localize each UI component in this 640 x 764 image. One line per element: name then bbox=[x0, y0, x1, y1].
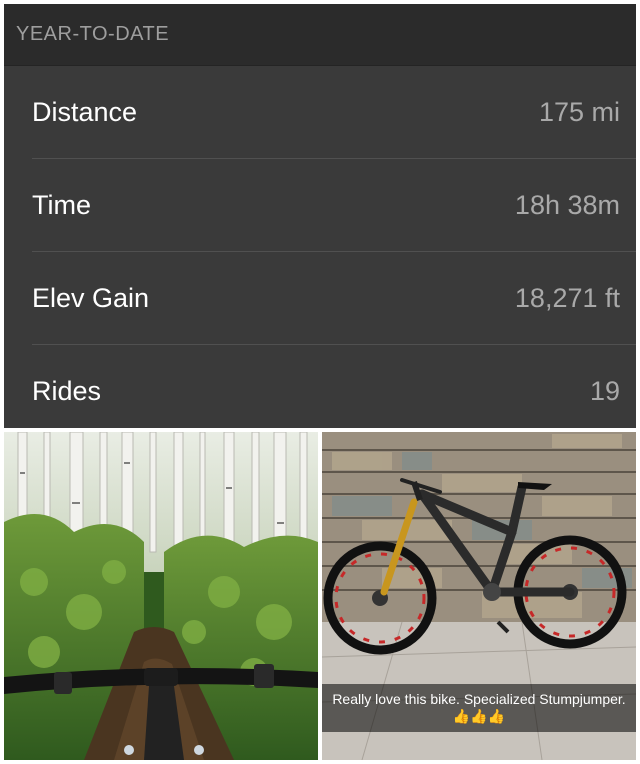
thumbs-up-icon: 👍👍👍 bbox=[452, 708, 506, 724]
stat-value: 18,271 ft bbox=[514, 283, 620, 313]
photo-caption-bar: Really love this bike. Specialized Stump… bbox=[322, 684, 636, 732]
stat-value: 18h 38m bbox=[514, 190, 620, 220]
stat-label: Rides bbox=[32, 376, 102, 406]
stat-label: Elev Gain bbox=[32, 283, 150, 313]
stat-value: 19 bbox=[589, 376, 620, 406]
stat-label: Distance bbox=[32, 97, 138, 127]
stat-value: 175 mi bbox=[538, 97, 620, 127]
stat-row-rides: Rides 19 bbox=[4, 345, 636, 428]
photo-caption-text: Really love this bike. Specialized Stump… bbox=[332, 691, 626, 707]
year-to-date-panel: YEAR-TO-DATE Distance 175 mi Time 18h 38… bbox=[4, 4, 636, 428]
stat-row-elev-gain: Elev Gain 18,271 ft bbox=[4, 252, 636, 345]
section-header: YEAR-TO-DATE bbox=[4, 4, 636, 66]
bike-photo: Really love this bike. Specialized Stump… bbox=[322, 432, 636, 760]
trail-photo-illustration bbox=[4, 432, 318, 760]
stat-row-distance: Distance 175 mi bbox=[4, 66, 636, 159]
trail-photo bbox=[4, 432, 318, 760]
stat-label: Time bbox=[32, 190, 91, 220]
stat-row-time: Time 18h 38m bbox=[4, 159, 636, 252]
